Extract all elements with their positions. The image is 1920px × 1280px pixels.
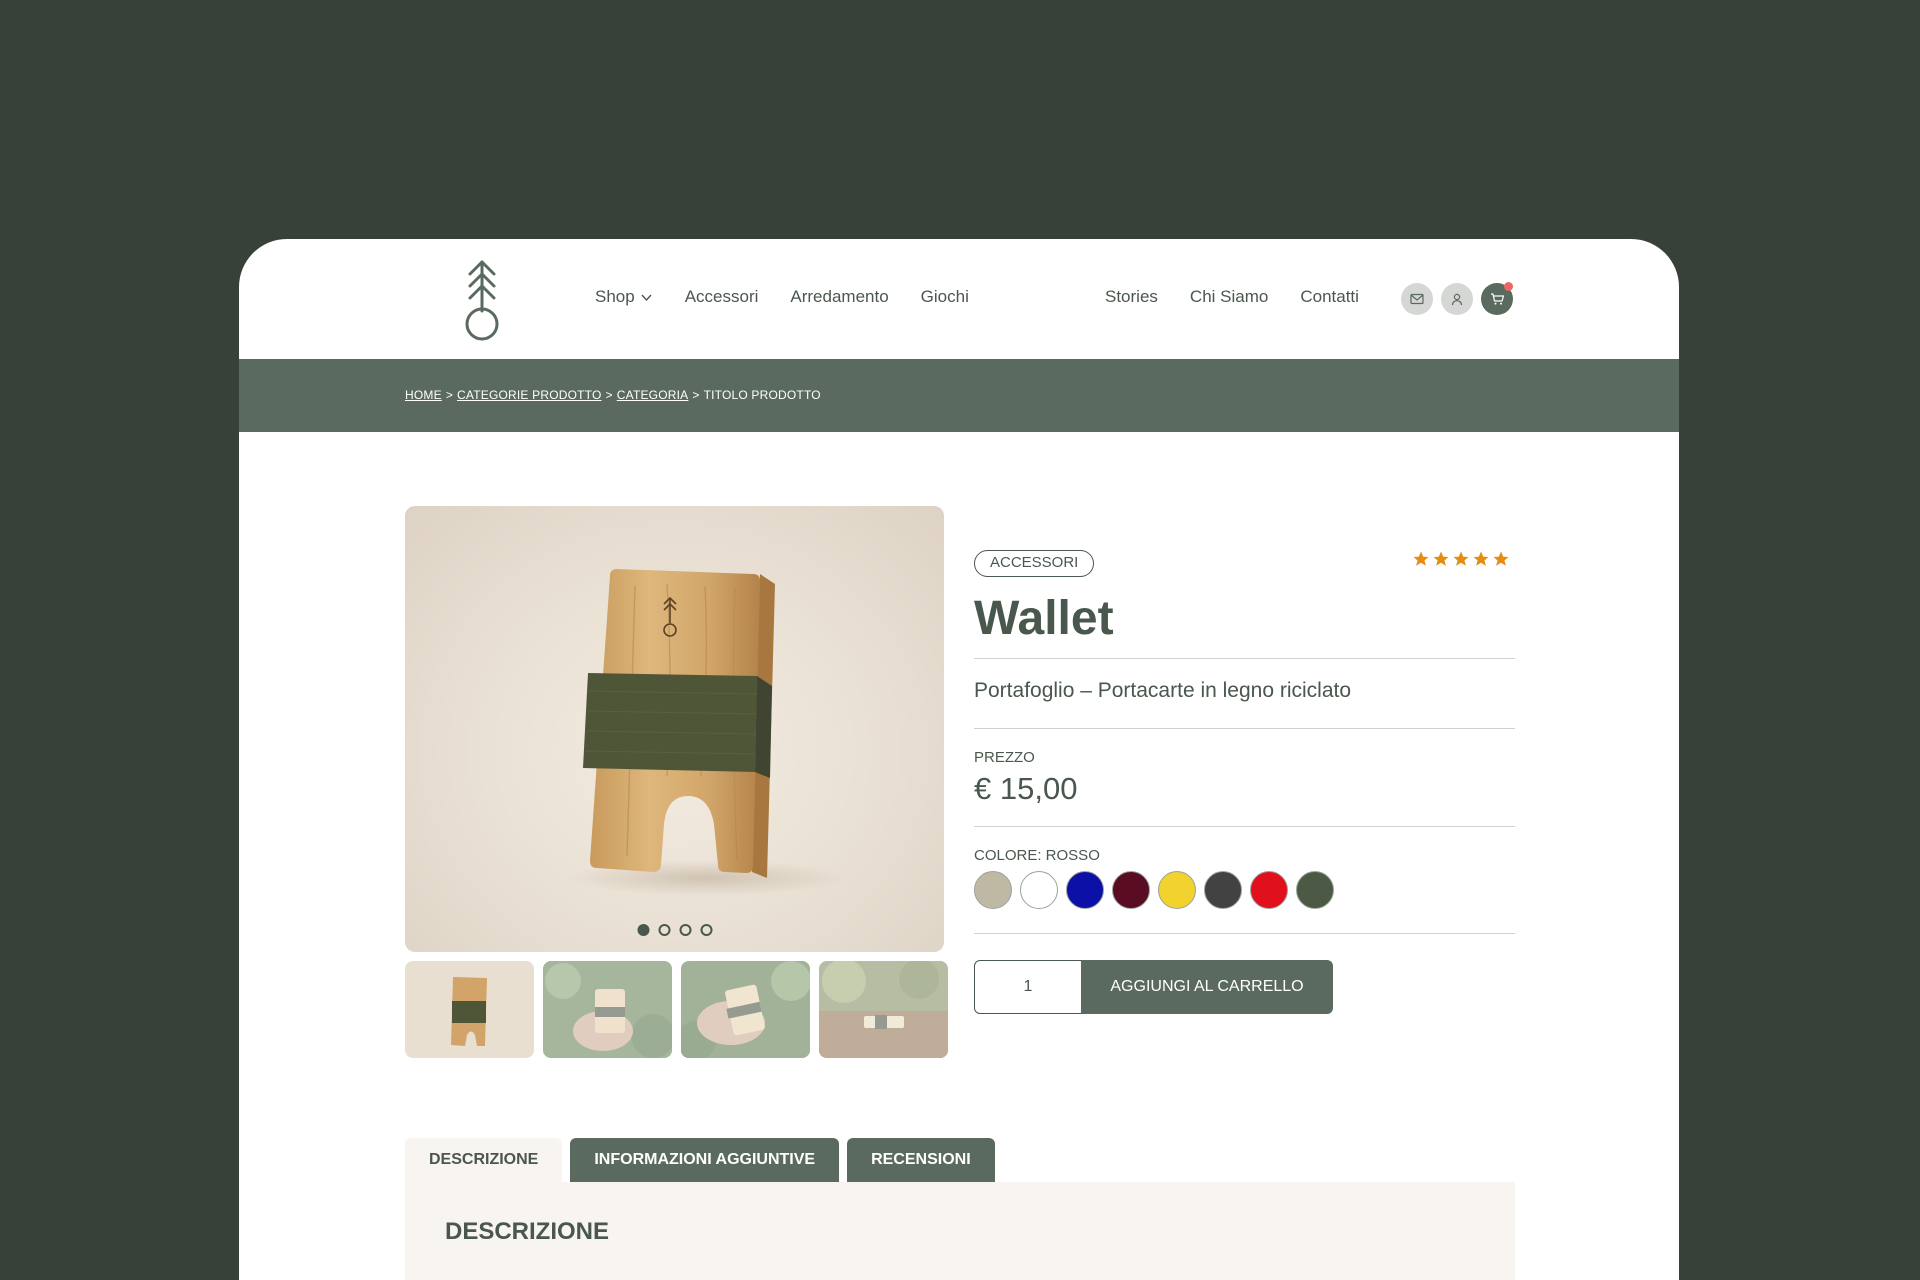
nav-chi-siamo[interactable]: Chi Siamo [1190,287,1268,307]
secondary-nav: Stories Chi Siamo Contatti [1105,287,1359,307]
color-swatch[interactable] [974,871,1012,909]
page-frame: Shop Accessori Arredamento Giochi Storie… [239,239,1679,1280]
divider [974,933,1515,934]
price-label: PREZZO [974,749,1035,766]
user-icon [1451,293,1463,306]
breadcrumb-current: TITOLO PRODOTTO [703,388,821,402]
rating-stars [1412,550,1510,568]
product-price: € 15,00 [974,771,1078,806]
star-icon [1493,551,1509,566]
nav-arredamento[interactable]: Arredamento [790,287,888,307]
nav-shop[interactable]: Shop [595,287,653,307]
carousel-dot[interactable] [658,924,670,936]
star-icon [1453,551,1469,566]
divider [974,728,1515,729]
breadcrumb-separator: > [692,388,700,402]
breadcrumb-home[interactable]: HOME [405,388,442,402]
tab-descrizione[interactable]: DESCRIZIONE [405,1138,563,1182]
thumbnail-1[interactable] [405,961,534,1058]
breadcrumb-bar: HOME > CATEGORIE PRODOTTO > CATEGORIA > TITOLO… [239,359,1679,432]
color-label: COLORE: ROSSO [974,847,1100,864]
star-icon [1433,551,1449,566]
thumbnail-image [405,961,534,1058]
breadcrumb-separator: > [445,388,454,402]
divider [974,826,1515,827]
product-main-image[interactable] [405,506,944,952]
breadcrumb-separator: > [605,388,613,402]
product-tabs: DESCRIZIONE INFORMAZIONI AGGIUNTIVE RECE… [405,1138,995,1182]
color-swatch[interactable] [1250,871,1288,909]
breadcrumb-categorie[interactable]: CATEGORIE PRODOTTO [457,388,602,402]
carousel-dot[interactable] [700,924,712,936]
color-swatch[interactable] [1020,871,1058,909]
breadcrumb: HOME > CATEGORIE PRODOTTO > CATEGORIA > TITOLO… [405,388,821,402]
thumbnail-3[interactable] [681,961,810,1058]
thumbnail-4[interactable] [819,961,948,1058]
tab-panel-title: DESCRIZIONE [445,1218,610,1245]
nav-giochi[interactable]: Giochi [921,287,969,307]
chevron-down-icon [641,294,652,301]
main-nav: Shop Accessori Arredamento Giochi [595,287,969,307]
tab-informazioni-aggiuntive[interactable]: INFORMAZIONI AGGIUNTIVE [570,1138,840,1182]
mail-icon [1410,293,1424,305]
thumbnail-strip [405,961,948,1058]
carousel-dot[interactable] [637,924,649,936]
divider [974,658,1515,659]
carousel-dots [637,924,712,936]
color-swatches [974,871,1334,909]
site-header: Shop Accessori Arredamento Giochi Storie… [239,239,1679,359]
category-badge[interactable]: ACCESSORI [974,550,1095,577]
color-swatch[interactable] [1296,871,1334,909]
header-icons [1401,282,1513,315]
wallet-photo [565,569,845,896]
thumbnail-2[interactable] [543,961,672,1058]
quantity-input[interactable] [974,960,1082,1014]
nav-accessori[interactable]: Accessori [685,287,759,307]
add-to-cart-button[interactable]: AGGIUNGI AL CARRELLO [1081,960,1333,1014]
thumbnail-veil [819,961,948,1058]
carousel-dot[interactable] [679,924,691,936]
nav-contatti[interactable]: Contatti [1300,287,1359,307]
mail-button[interactable] [1401,283,1433,315]
breadcrumb-categoria[interactable]: CATEGORIA [617,388,689,402]
cart-button[interactable] [1481,282,1513,315]
color-swatch[interactable] [1066,871,1104,909]
cart-icon [1490,293,1504,305]
nav-stories[interactable]: Stories [1105,287,1158,307]
account-button[interactable] [1441,283,1473,315]
star-icon [1473,551,1489,566]
thumbnail-veil [543,961,672,1058]
nav-shop-label: Shop [595,287,635,306]
color-swatch[interactable] [1158,871,1196,909]
star-icon [1413,551,1429,566]
brand-logo[interactable] [461,259,503,341]
product-subtitle: Portafoglio – Portacarte in legno ricicl… [974,679,1352,702]
product-title: Wallet [974,592,1114,645]
color-swatch[interactable] [1112,871,1150,909]
cart-notification-dot [1504,282,1513,291]
tab-panel-descrizione: DESCRIZIONE [405,1182,1515,1280]
tab-recensioni[interactable]: RECENSIONI [847,1138,995,1182]
color-swatch[interactable] [1204,871,1242,909]
thumbnail-veil [681,961,810,1058]
